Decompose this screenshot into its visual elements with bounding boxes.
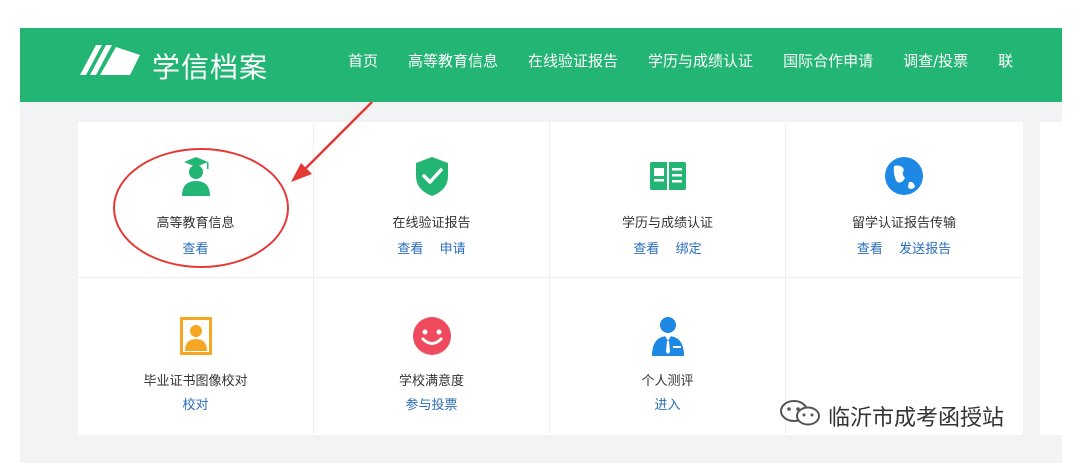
wechat-icon (778, 398, 822, 434)
watermark-text: 临沂市成考函授站 (828, 406, 1005, 431)
annotation-arrow (291, 101, 373, 182)
watermark: 临沂市成考函授站 (778, 398, 1004, 434)
